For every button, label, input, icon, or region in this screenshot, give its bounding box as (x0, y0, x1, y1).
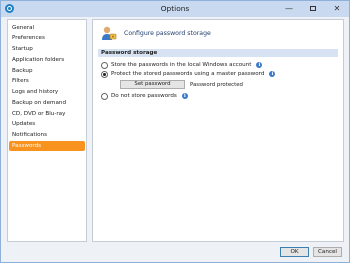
sidebar-item-updates[interactable]: Updates (9, 119, 85, 129)
maximize-icon (310, 6, 316, 11)
sidebar-item-passwords[interactable]: Passwords (9, 141, 85, 151)
option-store-windows-account[interactable]: Store the passwords in the local Windows… (101, 61, 263, 69)
radio-do-not-store[interactable] (101, 92, 108, 100)
info-icon[interactable]: i (269, 71, 276, 77)
sidebar-item-logs-and-history[interactable]: Logs and history (9, 87, 85, 97)
section-header-password-storage: Password storage (98, 49, 338, 57)
option-master-password-label: Protect the stored passwords using a mas… (111, 71, 265, 77)
ok-button[interactable]: OK (280, 247, 309, 257)
option-store-windows-account-label: Store the passwords in the local Windows… (111, 62, 252, 68)
maximize-button[interactable] (301, 1, 325, 16)
sidebar-item-preferences[interactable]: Preferences (9, 33, 85, 43)
sidebar-item-cd-dvd-bluray[interactable]: CD, DVD or Blu-ray (9, 109, 85, 119)
close-button[interactable]: ✕ (325, 1, 349, 16)
user-key-icon (102, 26, 117, 40)
options-sidebar: General Preferences Startup Application … (7, 19, 87, 242)
sidebar-item-backup[interactable]: Backup (9, 66, 85, 76)
info-icon[interactable]: i (256, 62, 263, 68)
sidebar-item-notifications[interactable]: Notifications (9, 130, 85, 140)
sidebar-item-application-folders[interactable]: Application folders (9, 55, 85, 65)
option-do-not-store-label: Do not store passwords (111, 93, 177, 99)
password-status-text: Password protected (190, 82, 243, 88)
sidebar-item-startup[interactable]: Startup (9, 44, 85, 54)
minimize-button[interactable]: — (277, 1, 301, 16)
page-heading: Configure password storage (124, 30, 211, 37)
sidebar-item-filters[interactable]: Filters (9, 76, 85, 86)
option-master-password[interactable]: Protect the stored passwords using a mas… (101, 70, 276, 78)
settings-panel: Configure password storage Password stor… (92, 19, 344, 242)
set-password-button[interactable]: Set password (120, 80, 185, 89)
options-window: Options — ✕ General Preferences Startup … (0, 0, 350, 263)
radio-master-password[interactable] (101, 70, 108, 78)
title-bar[interactable]: Options — ✕ (1, 1, 349, 17)
option-do-not-store[interactable]: Do not store passwords i (101, 92, 188, 100)
radio-store-windows-account[interactable] (101, 61, 108, 69)
sidebar-item-general[interactable]: General (9, 23, 85, 33)
info-icon[interactable]: i (181, 93, 188, 99)
sidebar-item-backup-on-demand[interactable]: Backup on demand (9, 98, 85, 108)
cancel-button[interactable]: Cancel (313, 247, 342, 257)
